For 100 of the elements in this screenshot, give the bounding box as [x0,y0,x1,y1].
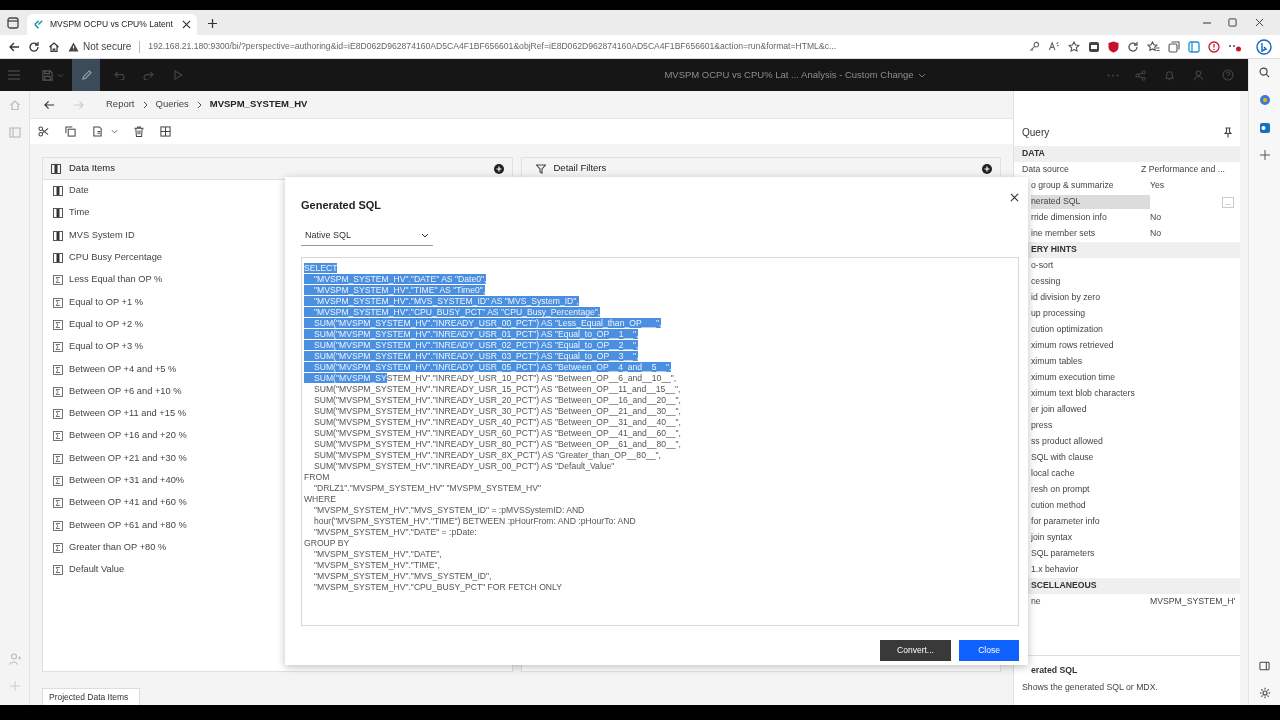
data-item[interactable]: Equal to OP +3 % [69,340,143,355]
grid-icon[interactable] [160,126,171,137]
property-name[interactable]: resh on prompt [1031,483,1150,497]
back-icon[interactable] [44,99,55,110]
search-icon[interactable] [1259,67,1270,78]
property-name[interactable]: SQL parameters [1031,547,1150,561]
data-item[interactable]: Between OP +11 and +15 % [69,407,186,422]
selected-text: SUM("MVSPM_SYSTEM_HV"."INREADY_USR_01_PCT") AS "Equal_to_OP__1__", [304,328,639,339]
breadcrumb-link[interactable]: Report [106,97,135,112]
data-item[interactable]: Time [69,206,90,221]
property-name[interactable]: o-sort [1031,259,1150,273]
sidebar-icon[interactable] [1259,661,1270,671]
property-name[interactable]: ximum execution time [1031,371,1150,385]
caret-icon[interactable] [111,129,118,134]
property-name[interactable]: join syntax [1031,531,1150,545]
security-button[interactable]: Not secure [68,39,132,54]
sql-text-area[interactable] [301,256,1019,626]
breadcrumb-link[interactable]: Queries [155,97,189,112]
url-text[interactable]: 192.168.21.180:9300/bi/?perspective=authoring&id=iE8D062D962874160AD5CA4F1BF656601&objRef=iE8D062D962874160AD5CA4F1BF656601&action=run&format=HTML&c... [148,40,837,53]
home-icon[interactable] [48,40,60,53]
shield-icon[interactable] [1108,40,1119,53]
property-name[interactable]: 1.x behavior [1031,563,1150,577]
copy-icon[interactable] [65,126,76,137]
data-item[interactable]: Between OP +6 and +10 % [69,384,182,399]
data-item[interactable]: Between OP +31 and +40% [69,474,185,488]
property-name[interactable]: up processing [1031,307,1150,321]
data-item[interactable]: Between OP +61 and +80 % [69,518,187,533]
refresh-icon[interactable] [1127,40,1139,53]
data-item[interactable]: MVS System ID [69,228,135,243]
property-name[interactable]: id division by zero [1031,291,1150,305]
read-aloud-icon[interactable] [1048,41,1060,52]
property-name[interactable]: o group & summarize [1031,179,1150,193]
data-item[interactable]: Between OP +21 and +30 % [69,451,187,466]
selected-text: "MVSPM_SYSTEM_HV"."MVS_SYSTEM_ID" AS "MVS_System_ID", [304,295,579,306]
close-icon[interactable] [1010,193,1019,202]
property-name[interactable]: local cache [1031,467,1150,481]
data-item[interactable]: Between OP +4 and +5 % [69,362,177,377]
save-icon[interactable] [42,69,53,81]
mail-app-icon[interactable] [1258,122,1271,134]
add-icon[interactable] [982,163,992,174]
delete-icon[interactable] [134,126,144,137]
key-icon[interactable] [1029,41,1040,52]
gem-icon[interactable] [1258,94,1271,106]
window-icon[interactable] [7,17,19,29]
app-logo-icon [33,19,44,30]
close-icon[interactable] [1255,18,1264,27]
property-name[interactable]: rride dimension info [1031,211,1150,225]
property-name[interactable]: ximum tables [1031,355,1150,369]
property-name[interactable]: cessing [1031,275,1150,289]
property-name[interactable]: Data source [1022,163,1141,177]
sql-line: "DRLZ1"."MVSPM_SYSTEM_HV" "MVSPM_SYSTEM_HV" [313,482,541,493]
sql-line: SUM("MVSPM_SYSTEM_HV"."INREADY_USR_80_PCT") AS "Between_OP__61_and__80__", [313,438,681,449]
data-item[interactable]: Equal to OP +2 % [69,317,143,332]
alert-icon[interactable] [1208,40,1220,53]
property-name[interactable]: ximum rows retrieved [1031,339,1150,353]
data-item[interactable]: Default Value [69,563,125,578]
data-item[interactable]: Date [69,184,89,199]
property-name[interactable]: ximum text blob characters [1031,387,1150,401]
back-icon[interactable] [8,40,20,53]
column-icon [51,163,61,174]
selected-text: SUM("MVSPM_SYSTEM_HV"."INREADY_USR_00_PCT") AS "Less_Equal_than_OP___", [304,317,662,328]
data-item[interactable]: Equal to OP +1 % [69,295,143,310]
favorites-icon[interactable] [1147,40,1160,53]
convert-button[interactable]: Convert... [880,639,951,661]
close-button[interactable]: Close [959,639,1019,661]
collections-icon[interactable] [1168,40,1180,53]
circle-logo-icon[interactable] [1256,38,1272,55]
maximize-icon[interactable] [1228,18,1237,27]
pin-icon[interactable] [1224,126,1232,138]
property-name[interactable]: ss product allowed [1031,435,1150,449]
new-tab-icon[interactable] [207,18,218,29]
data-item[interactable]: CPU Busy Percentage [69,251,162,265]
data-item[interactable]: Between OP +41 and +60 % [69,496,187,511]
add-icon[interactable] [493,163,504,174]
refresh-icon[interactable] [28,40,40,53]
settings-icon[interactable] [1258,687,1271,699]
property-name[interactable]: cution optimization [1031,323,1150,337]
data-item[interactable]: Less Equal than OP % [69,273,163,288]
favorite-add-icon[interactable] [1068,40,1080,53]
section-header: DATA [1022,147,1045,161]
close-icon[interactable] [182,20,191,29]
sidebar-toggle-icon[interactable] [1188,40,1200,53]
plus-icon[interactable] [1259,150,1270,160]
browser-tab[interactable]: MVSPM OCPU vs CPU% Latent [27,14,197,35]
property-name[interactable]: cution method [1031,499,1150,513]
property-name[interactable]: er join allowed [1031,403,1150,417]
property-name[interactable]: for parameter info [1031,515,1150,529]
paste-icon[interactable] [92,126,103,137]
data-item[interactable]: Between OP +16 and +20 % [69,429,187,444]
filter-icon [535,163,546,174]
property-name[interactable]: ine member sets [1031,227,1150,241]
property-name[interactable]: ne [1031,595,1150,609]
bottom-tab[interactable]: Projected Data Items [42,688,140,705]
data-item[interactable]: Greater than OP +80 % [69,540,167,555]
property-name[interactable]: nerated SQL [1031,195,1150,209]
chevron-down-icon[interactable] [917,72,926,78]
property-name[interactable]: press [1031,419,1150,433]
cut-icon[interactable] [38,126,49,137]
property-name[interactable]: SQL with clause [1031,451,1150,465]
extension-icon[interactable] [1088,40,1100,53]
